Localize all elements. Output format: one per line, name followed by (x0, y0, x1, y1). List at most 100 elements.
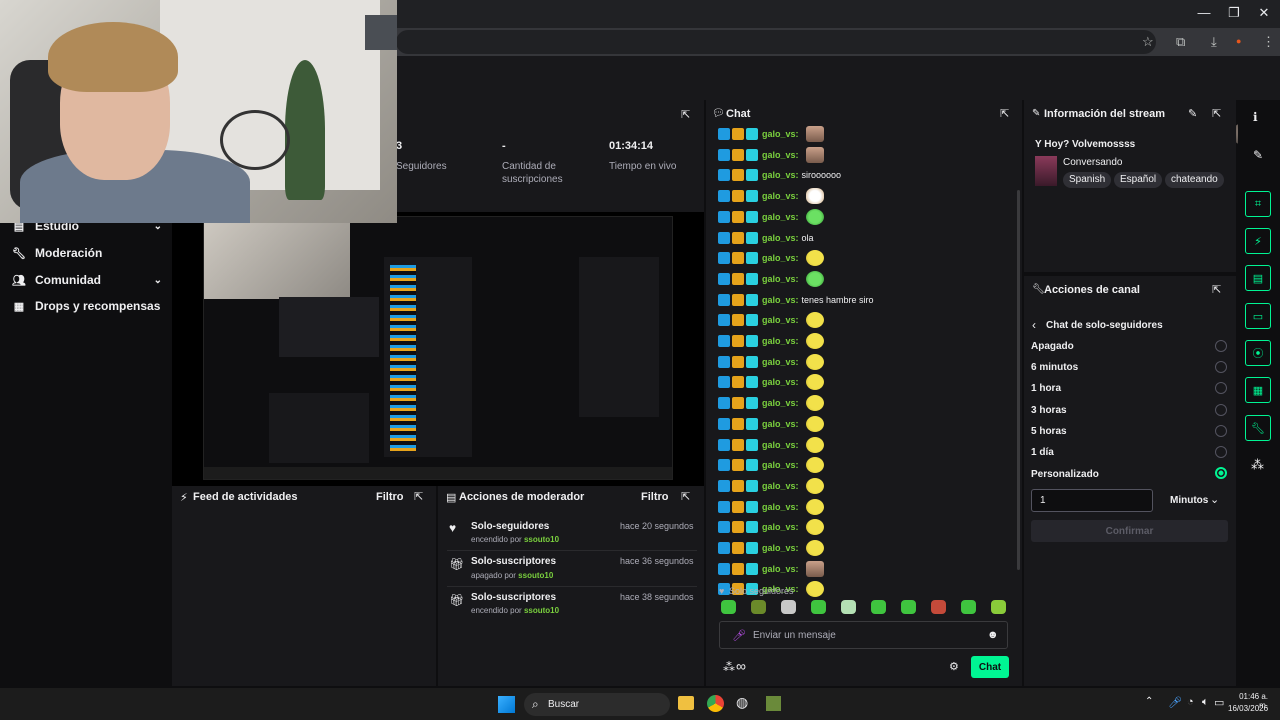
tag-pill[interactable]: Español (1114, 172, 1163, 188)
moderator-badge-icon[interactable] (718, 562, 730, 575)
subscriber-badge-icon[interactable] (746, 169, 758, 182)
subscriber-badge-icon[interactable] (746, 542, 758, 554)
minecraft-icon[interactable] (766, 696, 781, 711)
popout-icon[interactable]: ⇱ (1000, 107, 1009, 120)
crown-badge-icon[interactable] (732, 542, 744, 554)
subscriber-badge-icon[interactable] (746, 376, 758, 389)
chat-username[interactable]: galo_vs: (762, 129, 799, 139)
moderator-badge-icon[interactable] (718, 293, 730, 306)
chat-username[interactable]: galo_vs: (762, 460, 799, 470)
chat-username[interactable]: galo_vs: (762, 440, 799, 450)
crown-badge-icon[interactable] (732, 335, 744, 347)
subscriber-badge-icon[interactable] (746, 521, 758, 534)
subscriber-badge-icon[interactable] (746, 231, 758, 244)
subscriber-badge-icon[interactable] (746, 417, 758, 430)
sidebar-item-comunidad[interactable]: 👥︎ Comunidad ⌄ (12, 270, 162, 290)
moderator-badge-icon[interactable] (718, 438, 730, 451)
moderator-badge-icon[interactable] (718, 169, 730, 182)
category-box-art[interactable] (1035, 156, 1057, 186)
back-chevron-icon[interactable]: ‹ (1032, 318, 1036, 332)
emote-icon[interactable] (901, 600, 916, 614)
chat-username[interactable]: galo_vs: (762, 357, 799, 367)
chat-username[interactable]: galo_vs: (762, 295, 799, 305)
info-icon[interactable]: ℹ (1253, 110, 1258, 124)
radio-personalizado[interactable] (1215, 467, 1227, 479)
chat-username[interactable]: galo_vs: (762, 191, 799, 201)
moderator-badge-icon[interactable] (718, 128, 730, 140)
chat-username[interactable]: galo_vs: (762, 150, 799, 160)
chat-send-button[interactable]: Chat (971, 656, 1009, 678)
tag-pill[interactable]: chateando (1165, 172, 1224, 188)
chrome-icon[interactable] (707, 695, 724, 712)
subscriber-badge-icon[interactable] (746, 397, 758, 410)
emote-icon[interactable] (931, 600, 946, 614)
crown-badge-icon[interactable] (732, 500, 744, 513)
menu-kebab-icon[interactable]: ⋮ (1262, 34, 1275, 50)
chat-bubble-icon[interactable]: ▭ (1245, 303, 1271, 329)
crown-badge-icon[interactable] (732, 417, 744, 430)
download-icon[interactable]: ⤓ (1211, 34, 1217, 50)
option-1-dia[interactable]: 1 día (1031, 447, 1054, 458)
subscriber-badge-icon[interactable] (746, 148, 758, 161)
crown-badge-icon[interactable] (732, 459, 744, 472)
taskbar-search[interactable]: ⌕ Buscar (524, 693, 670, 716)
subscriber-badge-icon[interactable] (746, 562, 758, 575)
option-apagado[interactable]: Apagado (1031, 341, 1074, 352)
bookmark-star-icon[interactable]: ☆ (1142, 34, 1154, 50)
crown-badge-icon[interactable] (732, 479, 744, 492)
moderator-badge-icon[interactable] (718, 376, 730, 389)
moderator-badge-icon[interactable] (718, 148, 730, 161)
chat-username[interactable]: galo_vs: (762, 398, 799, 408)
option-3-horas[interactable]: 3 horas (1031, 405, 1067, 416)
moderator-badge-icon[interactable] (718, 500, 730, 513)
option-personalizado[interactable]: Personalizado (1031, 469, 1099, 480)
minimize-icon[interactable]: — (1194, 5, 1214, 20)
emote-icon[interactable] (871, 600, 886, 614)
start-icon[interactable] (498, 696, 515, 713)
url-input[interactable] (396, 30, 1156, 54)
subscriber-badge-icon[interactable] (746, 438, 758, 451)
emote-picker-icon[interactable]: ☻ (987, 629, 999, 641)
chat-username[interactable]: galo_vs: (762, 253, 799, 263)
volume-icon[interactable]: 🔈︎ (1202, 696, 1209, 709)
chat-username[interactable]: galo_vs: (762, 564, 799, 574)
moderator-badge-icon[interactable] (718, 355, 730, 368)
radio-1-hora[interactable] (1215, 382, 1227, 394)
stream-preview-video[interactable] (203, 216, 673, 480)
moderator-badge-icon[interactable] (718, 479, 730, 492)
moderator-badge-icon[interactable] (718, 335, 730, 347)
crown-badge-icon[interactable] (732, 190, 744, 203)
extensions-icon[interactable]: ⧉ (1176, 34, 1185, 50)
microphone-icon[interactable]: 🎤︎ (1168, 696, 1182, 709)
option-5-horas[interactable]: 5 horas (1031, 426, 1067, 437)
option-1-hora[interactable]: 1 hora (1031, 383, 1061, 394)
option-6-minutos[interactable]: 6 minutos (1031, 362, 1078, 373)
radio-5-horas[interactable] (1215, 425, 1227, 437)
layout-icon[interactable]: ▦ (1245, 377, 1271, 403)
crown-badge-icon[interactable] (732, 397, 744, 410)
crown-badge-icon[interactable] (732, 438, 744, 451)
battery-icon[interactable]: ▭ (1214, 696, 1224, 709)
emote-icon[interactable] (841, 600, 856, 614)
chat-input[interactable]: 🎤︎ Enviar un mensaje ☻ (719, 621, 1008, 649)
chevron-up-icon[interactable]: ⌃ (1145, 696, 1153, 707)
maximize-icon[interactable]: ❐ (1224, 5, 1244, 21)
chat-username[interactable]: galo_vs: (762, 336, 799, 346)
wrench-icon[interactable]: 🔧︎ (1245, 415, 1271, 441)
filter-button[interactable]: Filtro (641, 491, 669, 503)
confirm-button[interactable]: Confirmar (1031, 520, 1228, 542)
popout-icon[interactable]: ⇱ (681, 490, 690, 503)
emote-icon[interactable] (811, 600, 826, 614)
subscriber-badge-icon[interactable] (746, 335, 758, 347)
radio-1-dia[interactable] (1215, 446, 1227, 458)
crown-badge-icon[interactable] (732, 252, 744, 265)
radio-6-minutos[interactable] (1215, 361, 1227, 373)
subscriber-badge-icon[interactable] (746, 500, 758, 513)
close-icon[interactable]: ✕ (1254, 5, 1274, 21)
subscriber-badge-icon[interactable] (746, 355, 758, 368)
crown-badge-icon[interactable] (732, 521, 744, 534)
moderator-badge-icon[interactable] (718, 417, 730, 430)
chat-username[interactable]: galo_vs: (762, 233, 799, 243)
file-explorer-icon[interactable] (678, 696, 694, 710)
moderator-badge-icon[interactable] (718, 252, 730, 265)
